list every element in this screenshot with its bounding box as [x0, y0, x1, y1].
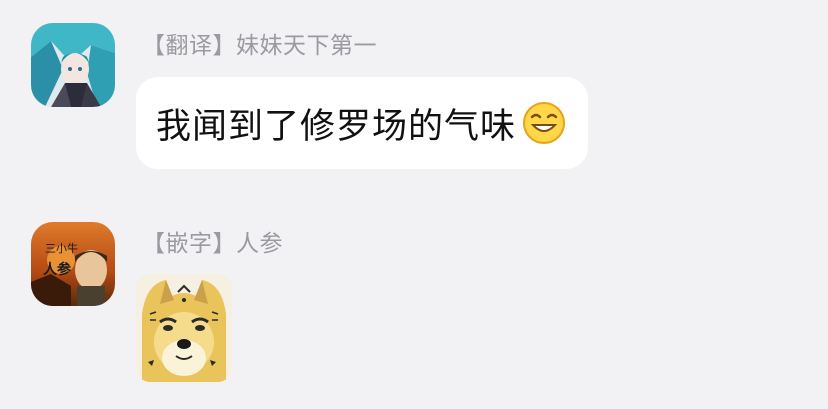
sender-avatar-1[interactable]	[31, 23, 115, 107]
sender-name-1: 【翻译】妹妹天下第一	[142, 33, 377, 59]
message-text-1: 我闻到了修罗场的气味	[156, 106, 517, 147]
sender-name-2: 【嵌字】人参	[142, 231, 283, 257]
message-bubble-1[interactable]: 我闻到了修罗场的气味	[136, 77, 589, 169]
sender-avatar-2[interactable]: 三小牛 人参	[31, 222, 115, 306]
doge-sticker-message[interactable]	[136, 274, 232, 382]
anime-avatar-image	[31, 23, 115, 107]
avatar-caption: 人参	[43, 261, 72, 278]
grinning-squint-emoji-icon	[523, 102, 566, 144]
avatar-caption-top: 三小牛	[45, 241, 78, 255]
doge-sticker-image	[136, 274, 232, 382]
poster-avatar-image: 三小牛 人参	[31, 222, 115, 306]
